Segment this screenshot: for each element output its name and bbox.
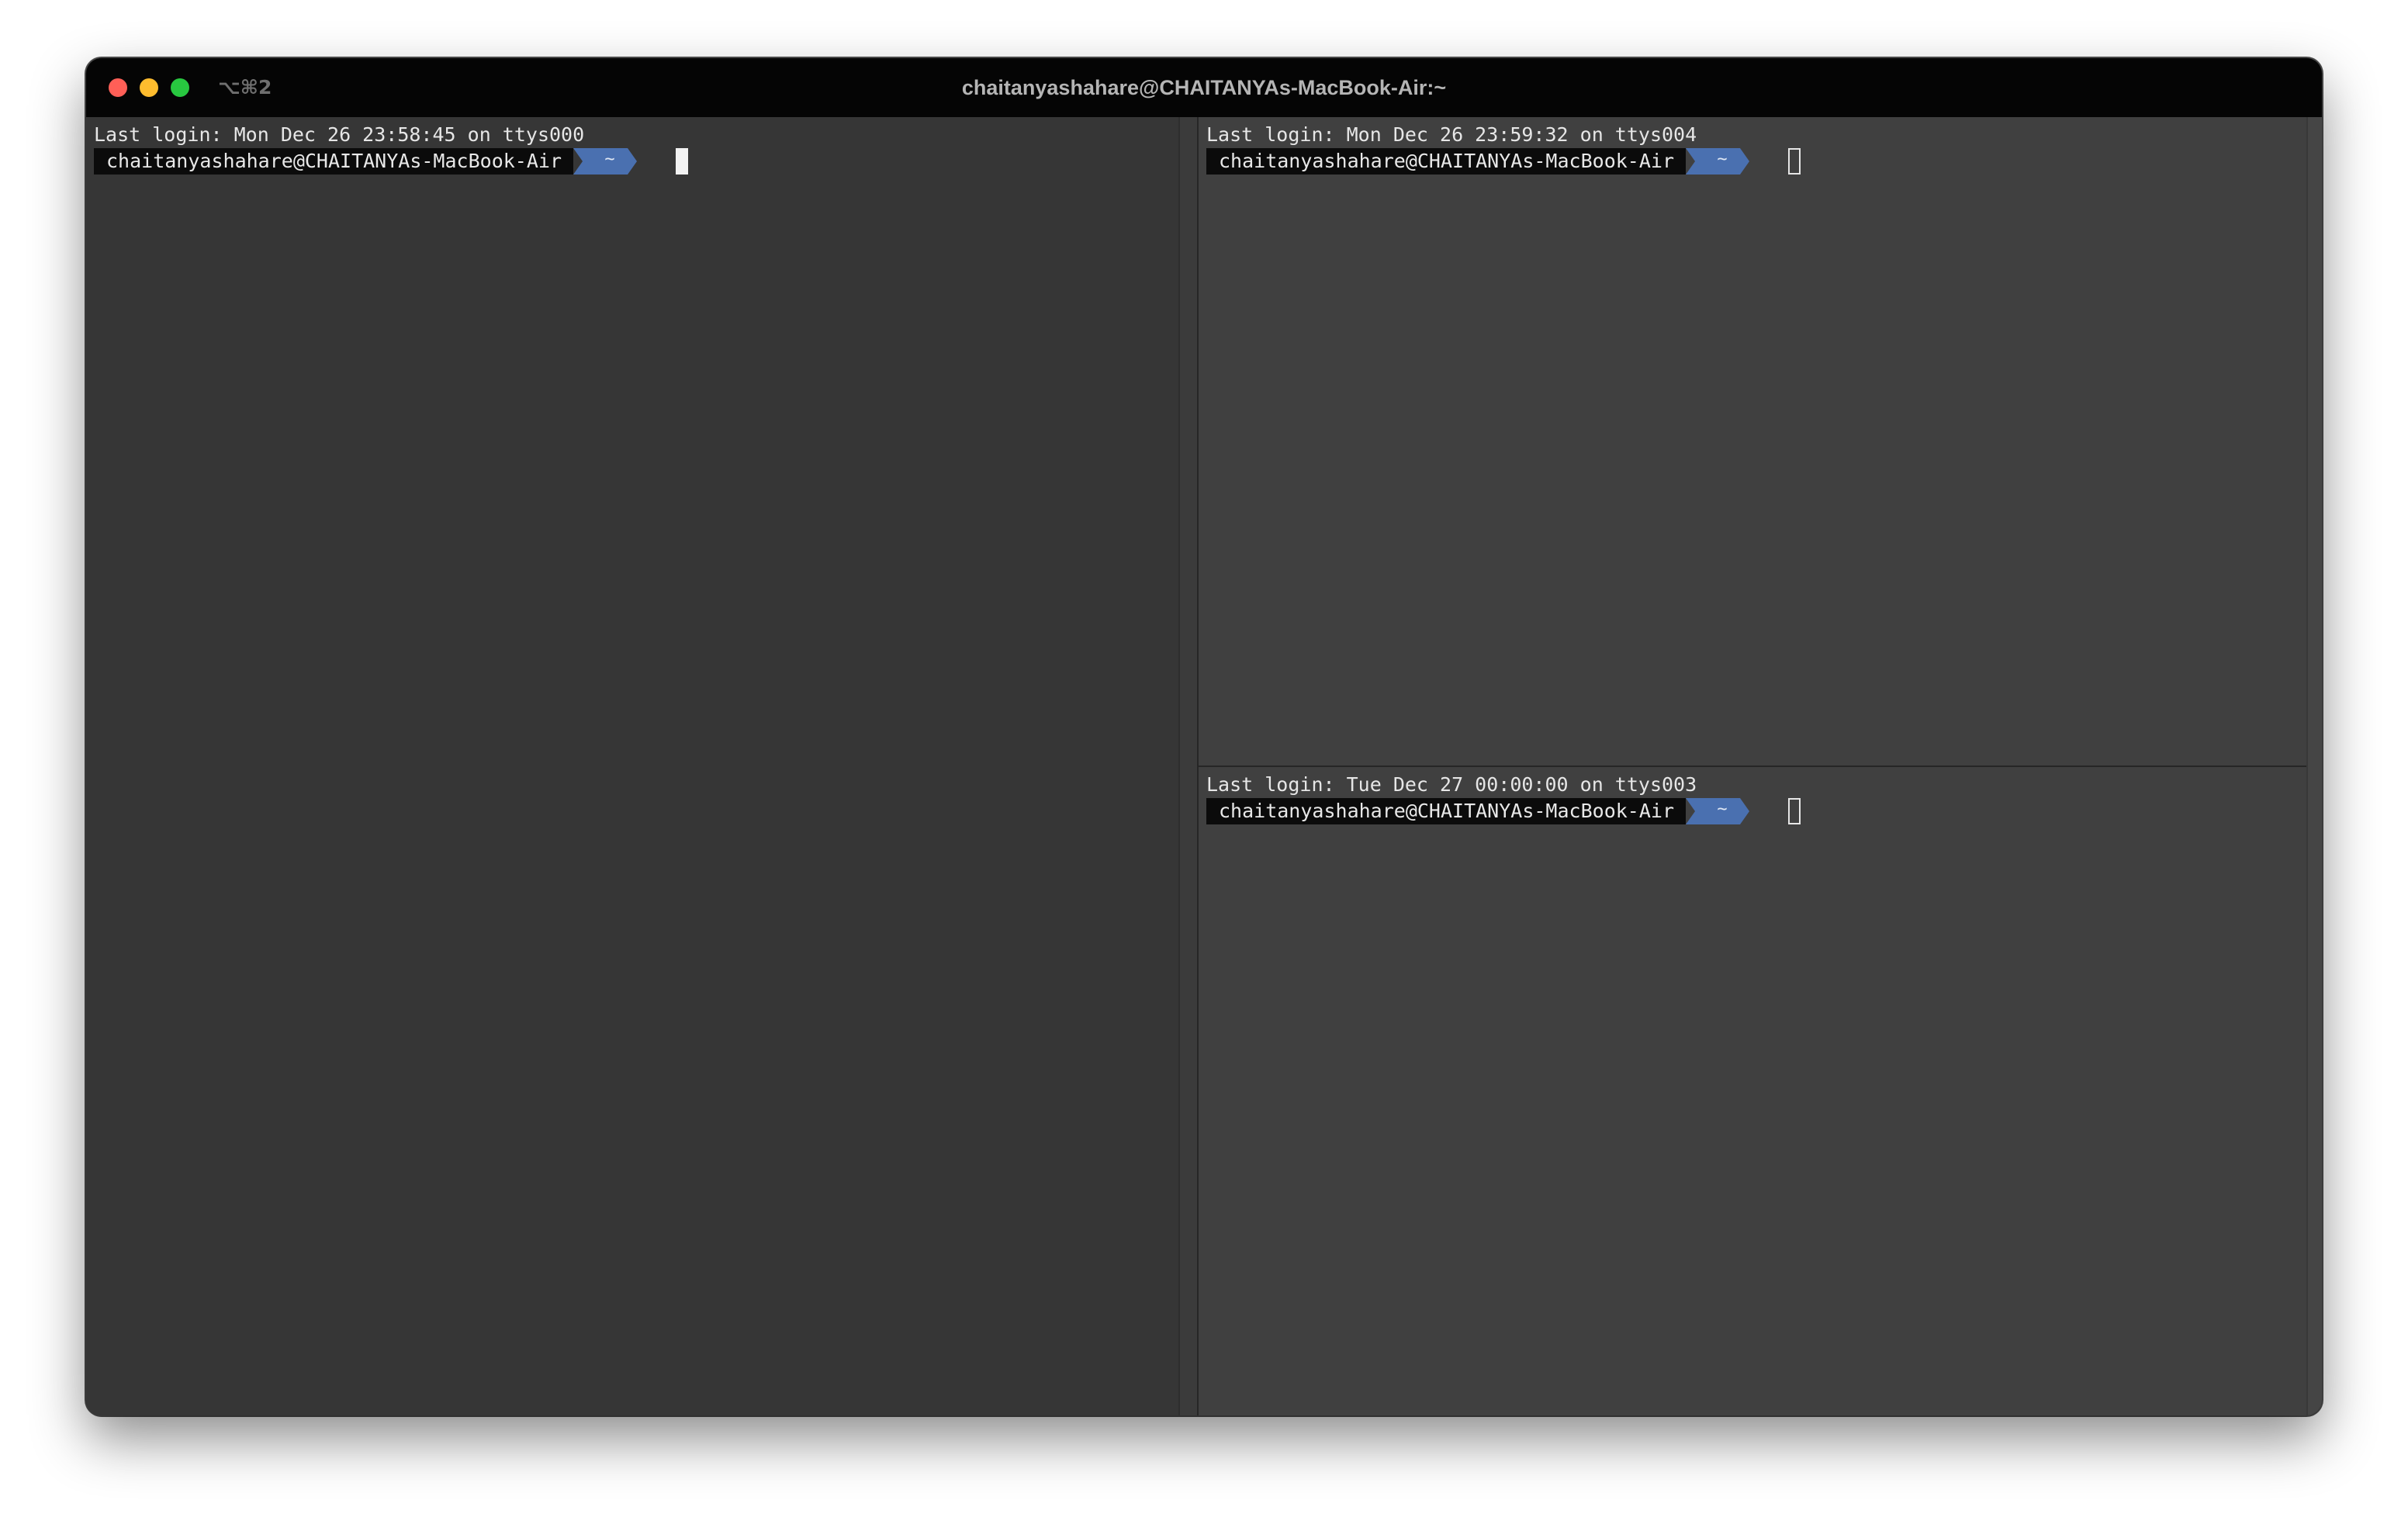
prompt-host-segment: chaitanyashahare@CHAITANYAs-MacBook-Air bbox=[1206, 798, 1686, 824]
prompt-host-segment: chaitanyashahare@CHAITANYAs-MacBook-Air bbox=[94, 148, 573, 175]
text-cursor bbox=[1788, 148, 1801, 175]
prompt-directory-segment: ~ bbox=[573, 148, 637, 175]
prompt-directory-label: ~ bbox=[1717, 800, 1728, 819]
terminal-pane-left[interactable]: Last login: Mon Dec 26 23:58:45 on ttys0… bbox=[86, 117, 1178, 1415]
terminal-window: ⌥⌘2 chaitanyashahare@CHAITANYAs-MacBook-… bbox=[86, 58, 2322, 1415]
last-login-line: Last login: Tue Dec 27 00:00:00 on ttys0… bbox=[1206, 773, 1697, 796]
terminal-pane-bottom-right[interactable]: Last login: Tue Dec 27 00:00:00 on ttys0… bbox=[1199, 767, 2306, 1415]
left-pane-scrollbar[interactable] bbox=[1178, 117, 1199, 1415]
terminal-pane-top-right[interactable]: Last login: Mon Dec 26 23:59:32 on ttys0… bbox=[1199, 117, 2306, 766]
right-pane-scrollbar[interactable] bbox=[2306, 117, 2322, 1415]
title-bar[interactable]: ⌥⌘2 chaitanyashahare@CHAITANYAs-MacBook-… bbox=[86, 58, 2322, 117]
prompt-directory-label: ~ bbox=[1717, 150, 1728, 169]
prompt-directory-segment: ~ bbox=[1686, 148, 1749, 175]
text-cursor bbox=[1788, 798, 1801, 824]
last-login-line: Last login: Mon Dec 26 23:59:32 on ttys0… bbox=[1206, 123, 1697, 146]
last-login-line: Last login: Mon Dec 26 23:58:45 on ttys0… bbox=[94, 123, 585, 146]
window-title: chaitanyashahare@CHAITANYAs-MacBook-Air:… bbox=[961, 76, 1447, 99]
prompt-directory-segment: ~ bbox=[1686, 798, 1749, 824]
prompt-host-segment: chaitanyashahare@CHAITANYAs-MacBook-Air bbox=[1206, 148, 1686, 175]
prompt-directory-label: ~ bbox=[604, 150, 615, 169]
text-cursor bbox=[676, 148, 688, 175]
